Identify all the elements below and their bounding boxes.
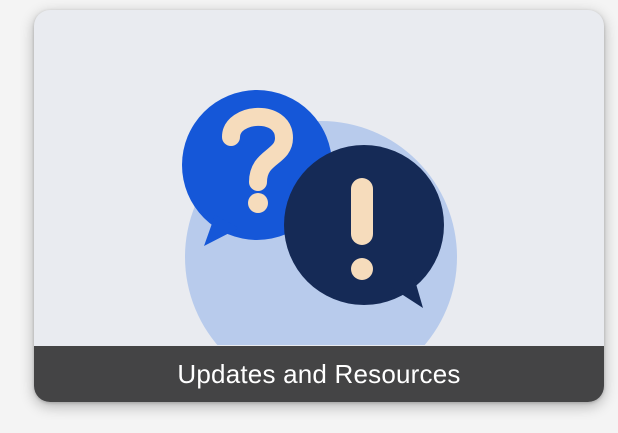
- card-title: Updates and Resources: [177, 358, 461, 389]
- page: Updates and Resources: [0, 0, 618, 433]
- question-exclamation-speech-bubbles-icon: [182, 90, 457, 345]
- card-caption-bar: Updates and Resources: [34, 346, 604, 402]
- updates-and-resources-card[interactable]: Updates and Resources: [34, 10, 604, 402]
- illustration: [34, 10, 604, 345]
